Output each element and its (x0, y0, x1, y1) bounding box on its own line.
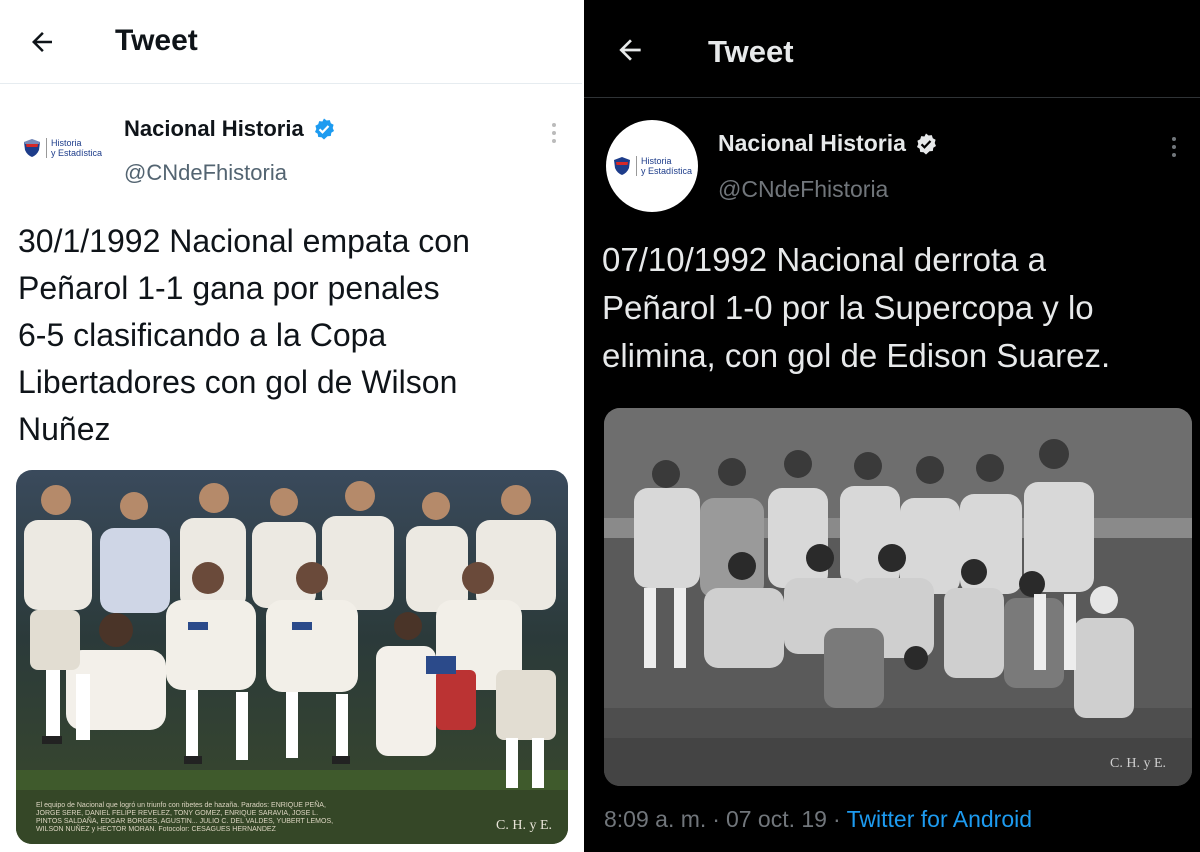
dot-icon (552, 139, 556, 143)
avatar[interactable]: Historia y Estadística (606, 120, 698, 212)
team-photo-image (16, 470, 568, 844)
more-options-button[interactable] (544, 118, 564, 148)
tweet-photo[interactable]: C. H. y E. (604, 408, 1192, 786)
arrow-left-icon (619, 39, 641, 61)
meta-separator: · (712, 806, 720, 832)
team-photo-image (604, 408, 1192, 786)
page-title: Tweet (115, 24, 198, 57)
user-handle[interactable]: @CNdeFhistoria (718, 176, 888, 203)
logo-line-1: Historia (640, 156, 672, 166)
display-name[interactable]: Nacional Historia (718, 130, 906, 157)
tweet-panel-dark: Tweet Historia y Estadística Nacional Hi… (584, 0, 1200, 852)
tweet-text: 07/10/1992 Nacional derrota a Peñarol 1-… (602, 241, 1111, 374)
photo-watermark: C. H. y E. (496, 818, 552, 833)
page-title: Tweet (708, 34, 794, 69)
arrow-left-icon (32, 32, 52, 52)
logo-line-1: Historia (50, 138, 82, 148)
author-name-row[interactable]: Nacional Historia (124, 116, 336, 142)
back-button[interactable] (608, 28, 652, 72)
dot-icon (1172, 153, 1176, 157)
display-name[interactable]: Nacional Historia (124, 116, 304, 142)
tweet-text: 30/1/1992 Nacional empata con Peñarol 1-… (18, 223, 470, 447)
tweet-date[interactable]: 07 oct. 19 (726, 806, 827, 833)
dot-icon (552, 123, 556, 127)
club-logo: Historia y Estadística (22, 138, 102, 158)
user-handle[interactable]: @CNdeFhistoria (124, 160, 287, 186)
tweet-meta: 8:09 a. m. · 07 oct. 19 · Twitter for An… (604, 806, 1032, 833)
tweet-panel-light: Tweet Historia y Estadística Nacional Hi… (0, 0, 582, 852)
shield-icon (613, 157, 630, 175)
tweet-source-link[interactable]: Twitter for Android (847, 806, 1032, 833)
dot-icon (552, 131, 556, 135)
header-bar: Tweet (584, 0, 1200, 98)
verified-badge-icon (314, 118, 334, 140)
meta-separator: · (832, 806, 841, 832)
header-bar: Tweet (0, 0, 582, 84)
club-logo: Historia y Estadística (612, 156, 692, 176)
back-button[interactable] (20, 20, 64, 64)
dot-icon (1172, 145, 1176, 149)
photo-caption: El equipo de Nacional que logró un triun… (36, 802, 334, 833)
logo-line-2: y Estadística (640, 166, 693, 176)
avatar[interactable]: Historia y Estadística (14, 118, 110, 178)
more-options-button[interactable] (1164, 132, 1184, 162)
logo-text: Historia y Estadística (45, 138, 103, 158)
shield-icon (23, 139, 40, 157)
logo-line-2: y Estadística (50, 148, 103, 158)
logo-text: Historia y Estadística (635, 156, 693, 176)
dot-icon (1172, 137, 1176, 141)
photo-watermark: C. H. y E. (1110, 756, 1166, 771)
verified-badge-icon (916, 133, 936, 154)
author-name-row[interactable]: Nacional Historia (718, 130, 938, 157)
tweet-photo[interactable]: El equipo de Nacional que logró un triun… (16, 470, 568, 844)
tweet-time[interactable]: 8:09 a. m. (604, 806, 706, 833)
